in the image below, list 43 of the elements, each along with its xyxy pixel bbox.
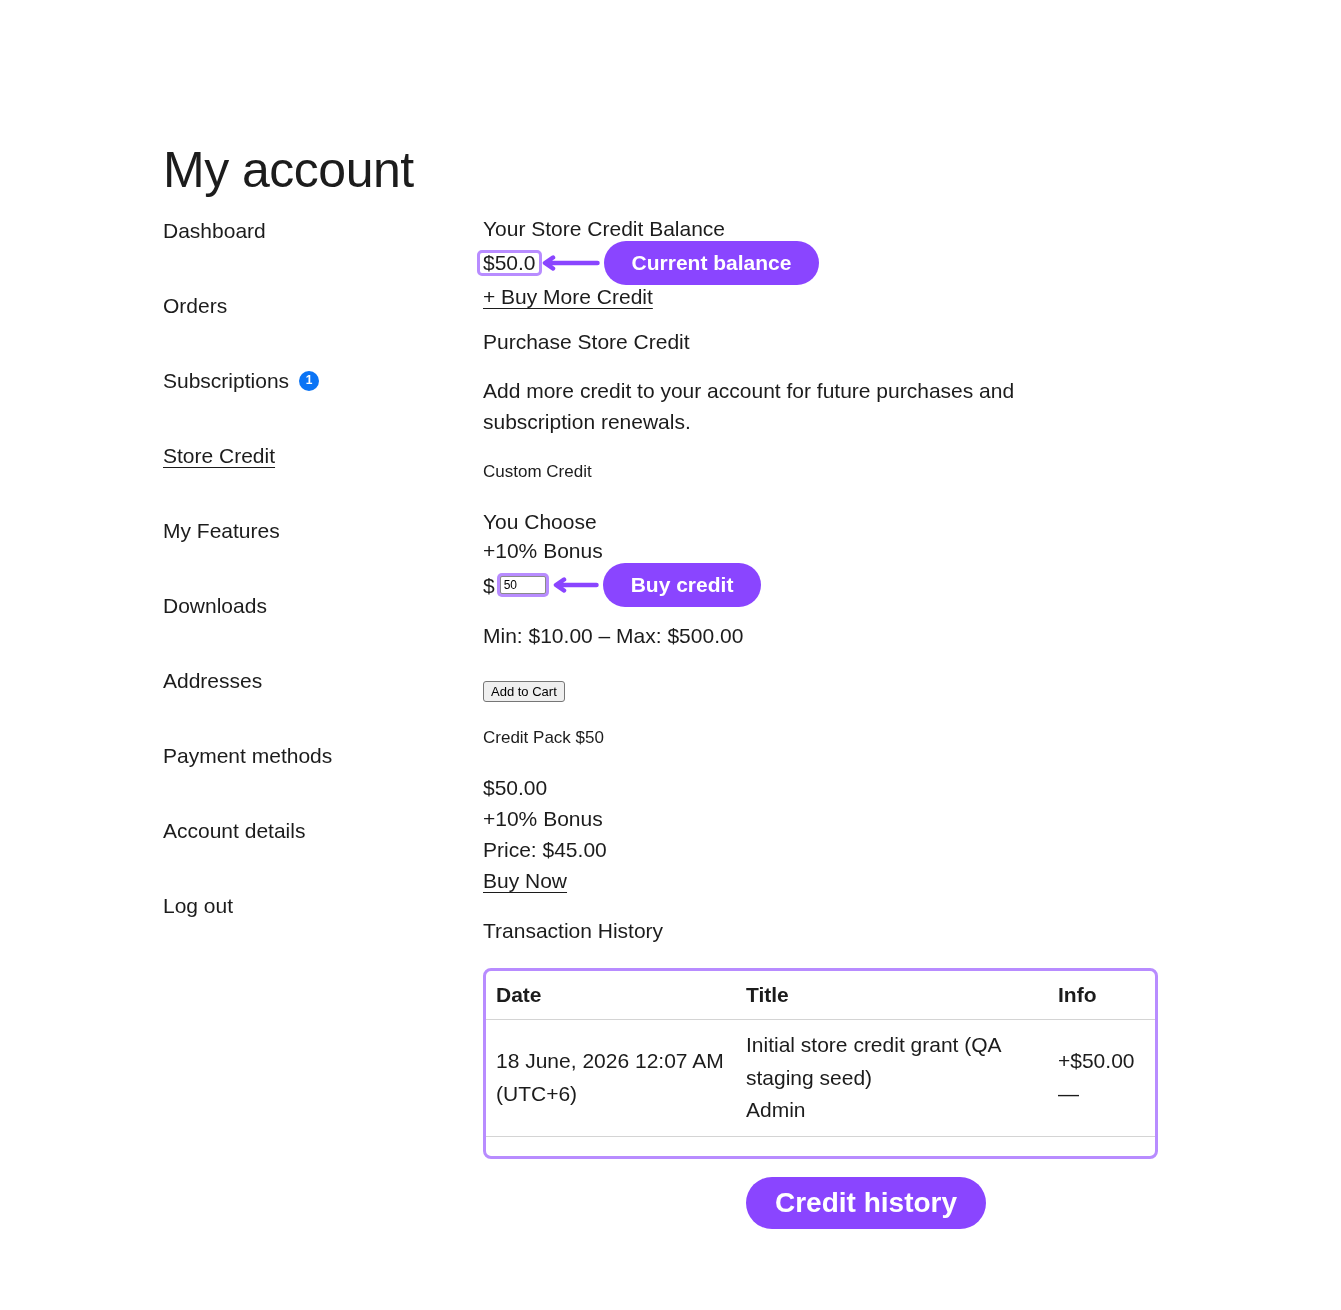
description-text: Add more credit to your account for future purchases and subscription renewals. (483, 378, 1016, 435)
section-heading: Transaction History (483, 918, 664, 944)
callout-label: Buy credit (602, 563, 762, 607)
pack-amount: $50.00 (483, 775, 548, 801)
add-to-cart-button[interactable]: Add to Cart (483, 681, 565, 702)
transaction-amount: +$50.00 (1058, 1048, 1136, 1075)
section-heading: Purchase Store Credit (483, 329, 690, 355)
amount-input[interactable]: 50 (499, 576, 546, 594)
sidebar-item[interactable]: Log out (163, 890, 234, 921)
left-arrow-icon (552, 577, 599, 593)
balance-label: Your Store Credit Balance (483, 216, 726, 242)
count-badge: 1 (299, 370, 320, 391)
range-text: Min: $10.00 – Max: $500.00 (483, 623, 744, 649)
column-header: Date (486, 971, 736, 1020)
column-header: Title (736, 971, 1048, 1020)
table-cell: 18 June, 2026 12:07 AM (UTC+6) (486, 1019, 736, 1136)
sidebar-item[interactable]: Addresses (163, 665, 263, 696)
bonus-text: +10% Bonus (483, 806, 603, 832)
buy-more-credit-link[interactable]: + Buy More Credit (483, 283, 653, 311)
transaction-author: Admin (746, 1097, 807, 1123)
product-title: Custom Credit (483, 461, 592, 483)
sidebar-item[interactable]: Downloads (163, 590, 267, 621)
callout-label: Credit history (746, 1176, 987, 1229)
left-arrow-icon (541, 255, 600, 271)
transaction-note: — (1058, 1080, 1080, 1107)
balance-amount: $50.0 (477, 250, 542, 276)
buy-now-link[interactable]: Buy Now (483, 865, 568, 896)
price-text: Price: $45.00 (483, 837, 607, 863)
bonus-text: +10% Bonus (483, 538, 603, 564)
product-name: You Choose (483, 509, 597, 535)
sidebar-item[interactable]: Subscriptions 1 (163, 365, 320, 396)
sidebar-item[interactable]: Store Credit (163, 440, 276, 471)
sidebar-item[interactable]: Dashboard (163, 215, 266, 246)
transaction-title: Initial store credit grant (QA staging seed) (746, 1032, 1002, 1091)
column-header: Info (1048, 971, 1155, 1020)
sidebar-item[interactable]: Account details (163, 815, 306, 846)
sidebar-item[interactable]: Orders (163, 290, 228, 321)
page-title: My account (163, 141, 415, 200)
sidebar-item[interactable]: Payment methods (163, 740, 333, 771)
callout-label: Current balance (603, 241, 820, 285)
product-title: Credit Pack $50 (483, 727, 604, 749)
sidebar-item[interactable]: My Features (163, 515, 280, 546)
currency-symbol: $ (483, 572, 495, 599)
